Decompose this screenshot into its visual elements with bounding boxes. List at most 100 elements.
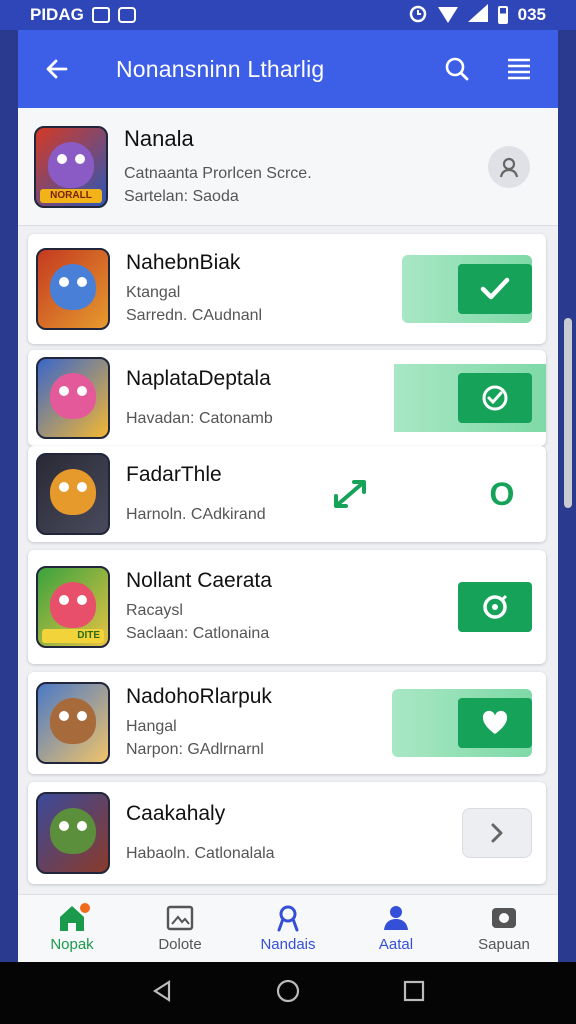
- list-item-line2: Sarredn. CAudnanl: [126, 307, 263, 324]
- list-item-line2: Saclaan: Catlonaina: [126, 625, 270, 642]
- nav-home[interactable]: Nopak: [18, 895, 126, 962]
- home-nav-button[interactable]: [276, 979, 300, 1008]
- list-item-line2: Narpon: GAdlrnarnl: [126, 741, 264, 758]
- chevron-right-icon: [491, 823, 503, 843]
- check-button[interactable]: [458, 264, 532, 314]
- photo-icon: [117, 7, 136, 23]
- page-title: Nonansninn Ltharlig: [116, 55, 325, 82]
- swap-arrows-icon[interactable]: [330, 476, 370, 517]
- search-button[interactable]: [440, 52, 474, 86]
- header-line2: Sartelan: Saoda: [124, 187, 239, 205]
- install-toggle[interactable]: [392, 689, 532, 757]
- list-item-name: FadarThle: [126, 462, 222, 486]
- nav-label: Aatal: [378, 936, 414, 953]
- list-item-line2: Habaoln. Catlonalala: [126, 844, 275, 862]
- menu-button[interactable]: [502, 52, 536, 86]
- back-nav-button[interactable]: [151, 979, 173, 1008]
- check-icon: [480, 277, 510, 300]
- list-item[interactable]: Caakahaly Habaoln. Catlonalala: [28, 782, 546, 884]
- target-button[interactable]: [458, 582, 532, 632]
- gallery-icon: [166, 905, 194, 931]
- list-item-line2: Harnoln. CAdkirand: [126, 505, 266, 523]
- user-icon: [499, 157, 519, 177]
- nav-aatal[interactable]: Aatal: [342, 895, 450, 962]
- list-item-name: Nollant Caerata: [126, 569, 272, 592]
- install-toggle[interactable]: [402, 255, 532, 323]
- status-left: PIDAG: [30, 5, 136, 25]
- back-arrow-icon: [46, 59, 68, 79]
- signal-icon: [467, 3, 488, 27]
- nav-sapuan[interactable]: Sapuan: [450, 895, 558, 962]
- list-item[interactable]: NadohoRlarpuk Hangal Narpon: GAdlrnarnl: [28, 672, 546, 774]
- install-toggle[interactable]: [394, 364, 546, 432]
- header-text: Nanala Catnaanta Prorlcen Scrce. Sartela…: [124, 126, 488, 208]
- ribbon-icon: [277, 905, 299, 932]
- profile-header: NORALL Nanala Catnaanta Prorlcen Scrce. …: [18, 108, 558, 226]
- list-item[interactable]: NaplataDeptala Havadan: Catonamb: [28, 350, 546, 446]
- target-icon: [483, 594, 508, 619]
- status-o[interactable]: O: [472, 476, 532, 513]
- list-item-name: Caakahaly: [126, 801, 226, 825]
- check-circle-button[interactable]: [458, 373, 532, 423]
- recents-nav-button[interactable]: [403, 980, 425, 1007]
- battery-icon: [497, 6, 508, 24]
- menu-icon: [508, 58, 530, 80]
- list-item-name: NahebnBiak: [126, 251, 241, 274]
- game-icon: [36, 357, 110, 439]
- back-button[interactable]: [40, 52, 74, 86]
- list-item-text: Nollant Caerata Racaysl Saclaan: Catlona…: [126, 569, 402, 645]
- settings-icon: [492, 908, 516, 928]
- game-icon: [36, 453, 110, 535]
- status-carrier: PIDAG: [30, 5, 84, 24]
- list-item[interactable]: DITE Nollant Caerata Racaysl Saclaan: Ca…: [28, 550, 546, 664]
- nav-dolote[interactable]: Dolote: [126, 895, 234, 962]
- list-item[interactable]: NahebnBiak Ktangal Sarredn. CAudnanl: [28, 234, 546, 344]
- bottom-nav: Nopak Dolote Nandais Aatal Sapuan: [18, 894, 558, 962]
- game-icon-tag: DITE: [42, 629, 104, 643]
- nav-nandais[interactable]: Nandais: [234, 895, 342, 962]
- status-right: 035: [408, 3, 546, 28]
- list-item-text: NahebnBiak Ktangal Sarredn. CAudnanl: [126, 251, 402, 327]
- check-circle-icon: [482, 385, 508, 411]
- recents-square-icon: [403, 980, 424, 1001]
- heart-icon: [482, 710, 508, 734]
- list-item-line1: Racaysl: [126, 602, 183, 619]
- list-item-line2: Havadan: Catonamb: [126, 409, 273, 427]
- game-icon: DITE: [36, 566, 110, 648]
- game-list: NahebnBiak Ktangal Sarredn. CAudnanl Nap…: [28, 234, 546, 892]
- nav-label: Nopak: [50, 936, 94, 953]
- avatar[interactable]: [488, 145, 530, 188]
- game-icon: [36, 792, 110, 874]
- app-bar: Nonansninn Ltharlig: [18, 30, 558, 108]
- game-icon: [36, 248, 110, 330]
- wifi-icon: [437, 7, 458, 23]
- back-triangle-icon: [153, 979, 171, 1002]
- header-line1: Catnaanta Prorlcen Scrce.: [124, 164, 312, 182]
- list-item-text: NadohoRlarpuk Hangal Narpon: GAdlrnarnl: [126, 685, 392, 761]
- list-item-name: NadohoRlarpuk: [126, 685, 272, 708]
- game-icon: [36, 682, 110, 764]
- nav-label: Sapuan: [478, 936, 530, 953]
- list-item-text: Caakahaly Habaoln. Catlonalala: [126, 802, 462, 865]
- list-item-text: NaplataDeptala Havadan: Catonamb: [126, 367, 394, 430]
- favorite-button[interactable]: [458, 698, 532, 748]
- list-item-name: NaplataDeptala: [126, 366, 271, 390]
- app-window: Nonansninn Ltharlig NORALL Nanala Catnaa…: [18, 30, 558, 962]
- system-nav-bar: [0, 962, 576, 1024]
- list-item-text: FadarThle Harnoln. CAdkirand: [126, 463, 472, 526]
- header-icon-tag: NORALL: [40, 188, 102, 203]
- profile-icon: [384, 906, 408, 930]
- header-name: Nanala: [124, 125, 194, 151]
- notification-icon: [91, 7, 110, 23]
- nav-label: Dolote: [158, 936, 202, 953]
- notification-dot: [80, 903, 90, 913]
- install-toggle[interactable]: [402, 573, 532, 641]
- open-button[interactable]: [462, 808, 532, 858]
- status-bar: PIDAG 035: [0, 0, 576, 30]
- status-time: 035: [517, 5, 546, 24]
- list-item[interactable]: FadarThle Harnoln. CAdkirand O: [28, 446, 546, 542]
- header-game-icon: NORALL: [34, 125, 108, 208]
- home-circle-icon: [276, 979, 300, 1002]
- scrollbar[interactable]: [564, 318, 572, 508]
- list-item-line1: Ktangal: [126, 284, 181, 301]
